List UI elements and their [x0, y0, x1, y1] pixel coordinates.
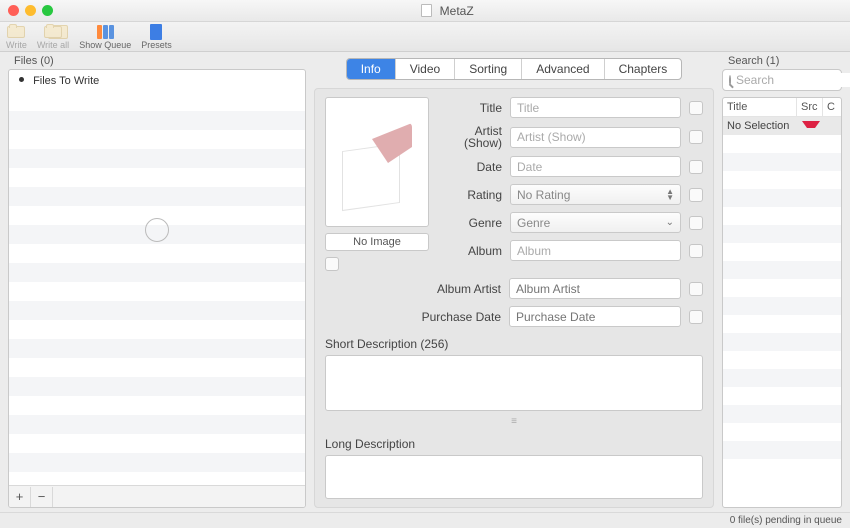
add-file-button[interactable]: + — [9, 487, 31, 507]
results-header: Title Src C — [723, 98, 841, 117]
rating-select[interactable]: No Rating▲▼ — [510, 184, 681, 205]
no-image-label: No Image — [325, 233, 429, 251]
remove-file-button[interactable]: − — [31, 487, 53, 507]
genre-label: Genre — [437, 216, 502, 230]
purchase-date-field[interactable] — [509, 306, 681, 327]
short-desc-label: Short Description (256) — [325, 337, 703, 351]
album-artist-checkbox[interactable] — [689, 282, 703, 296]
write-all-button[interactable]: Write all — [37, 24, 69, 50]
tab-chapters[interactable]: Chapters — [605, 59, 682, 79]
long-desc-label: Long Description — [325, 437, 703, 451]
long-description-field[interactable] — [325, 455, 703, 499]
traffic-lights — [8, 5, 53, 16]
col-title[interactable]: Title — [723, 98, 797, 117]
genre-select[interactable]: Genre⌄ — [510, 212, 681, 233]
album-label: Album — [437, 244, 502, 258]
search-results[interactable]: Title Src C No Selection — [722, 97, 842, 508]
rating-checkbox[interactable] — [689, 188, 703, 202]
files-rows — [9, 92, 305, 485]
files-label: Files (0) — [8, 52, 306, 69]
toolbar: Write Write all Show Queue Presets — [0, 22, 850, 52]
album-artist-label: Album Artist — [325, 282, 501, 296]
tab-sorting[interactable]: Sorting — [455, 59, 522, 79]
title-label: Title — [437, 101, 502, 115]
artist-checkbox[interactable] — [689, 130, 703, 144]
zoom-window-button[interactable] — [42, 5, 53, 16]
tab-advanced[interactable]: Advanced — [522, 59, 604, 79]
files-footer: + − — [9, 485, 305, 507]
grip-icon[interactable]: ≡ — [325, 416, 703, 427]
artist-label: Artist (Show) — [437, 125, 502, 149]
search-icon — [729, 75, 731, 86]
artwork-checkbox[interactable] — [325, 257, 339, 271]
col-src[interactable]: Src — [797, 98, 823, 117]
show-queue-button[interactable]: Show Queue — [79, 24, 131, 50]
disclosure-bullet-icon — [19, 77, 24, 82]
search-field-wrapper[interactable] — [722, 69, 842, 91]
album-field[interactable] — [510, 240, 681, 261]
tab-info[interactable]: Info — [347, 59, 396, 79]
date-label: Date — [437, 160, 502, 174]
purchase-date-checkbox[interactable] — [689, 310, 703, 324]
album-checkbox[interactable] — [689, 244, 703, 258]
folder-icon — [7, 26, 25, 38]
spinner-icon — [145, 218, 169, 242]
results-no-selection-row: No Selection — [723, 117, 841, 135]
warning-icon — [802, 121, 820, 134]
close-window-button[interactable] — [8, 5, 19, 16]
purchase-date-label: Purchase Date — [325, 310, 501, 324]
short-description-field[interactable] — [325, 355, 703, 411]
artwork-placeholder-icon — [342, 117, 412, 207]
search-label: Search (1) — [722, 52, 842, 69]
files-list[interactable]: Files To Write + − — [8, 69, 306, 508]
artwork-well[interactable] — [325, 97, 429, 227]
folders-icon — [44, 26, 62, 38]
queue-icon — [97, 25, 114, 39]
tab-video[interactable]: Video — [396, 59, 455, 79]
album-artist-field[interactable] — [509, 278, 681, 299]
title-field[interactable] — [510, 97, 681, 118]
genre-checkbox[interactable] — [689, 216, 703, 230]
minimize-window-button[interactable] — [25, 5, 36, 16]
info-form: No Image Title Artist (Show) — [314, 88, 714, 508]
chevron-down-icon: ⌄ — [666, 220, 674, 226]
document-icon — [421, 4, 432, 17]
col-c[interactable]: C — [823, 98, 841, 117]
rating-label: Rating — [437, 188, 502, 202]
date-checkbox[interactable] — [689, 160, 703, 174]
window-title: MetaZ — [53, 4, 842, 18]
files-to-write-header[interactable]: Files To Write — [9, 70, 305, 92]
artist-field[interactable] — [510, 127, 681, 148]
preset-icon — [150, 24, 162, 40]
titlebar: MetaZ — [0, 0, 850, 22]
write-button[interactable]: Write — [6, 24, 27, 50]
title-checkbox[interactable] — [689, 101, 703, 115]
search-input[interactable] — [736, 73, 850, 87]
tabs-segmented: Info Video Sorting Advanced Chapters — [346, 58, 683, 80]
status-text: 0 file(s) pending in queue — [730, 515, 842, 526]
stepper-icon: ▲▼ — [666, 189, 674, 201]
presets-button[interactable]: Presets — [141, 24, 172, 50]
status-bar: 0 file(s) pending in queue — [0, 512, 850, 528]
date-field[interactable] — [510, 156, 681, 177]
